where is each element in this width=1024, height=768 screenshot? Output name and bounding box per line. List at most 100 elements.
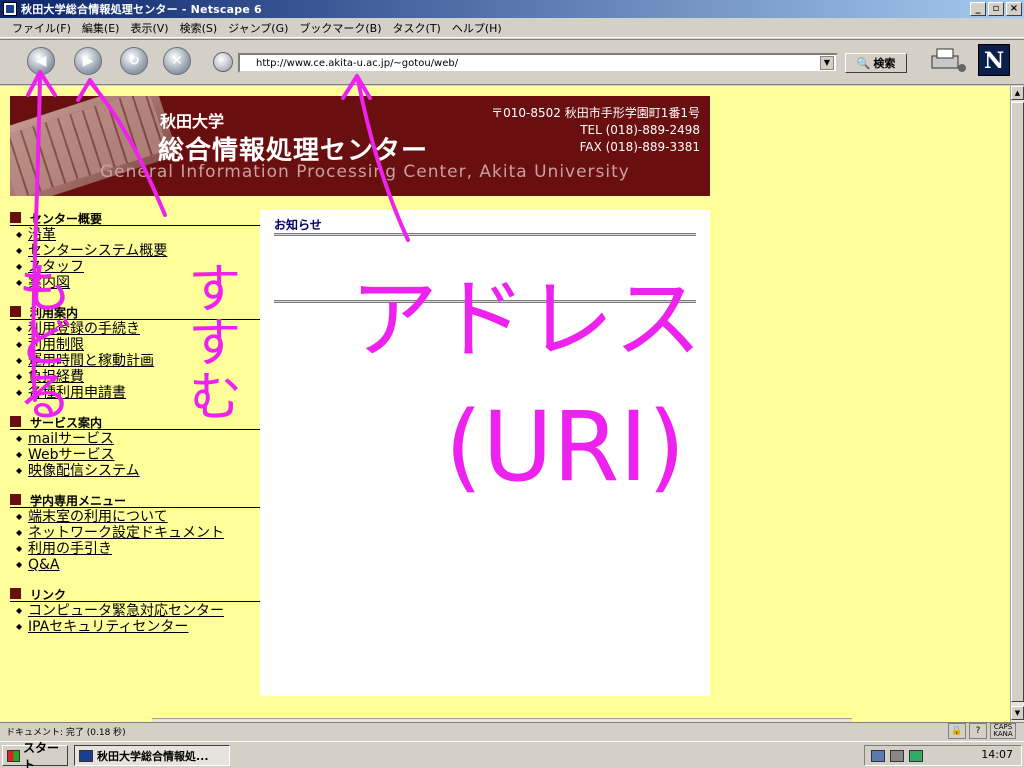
title-bar: 秋田大学総合情報処理センター - Netscape 6 _ ▫ × [0, 0, 1024, 18]
link-video-system[interactable]: 映像配信システム [28, 463, 140, 479]
section-usage: 利用案内 利用登録の手続き 利用制限 運用時間と稼動計画 負担経費 各種利用申請… [10, 304, 260, 401]
link-operating-hours[interactable]: 運用時間と稼動計画 [28, 353, 154, 369]
banner-university: 秋田大学 [160, 112, 225, 131]
stop-icon: ✕ [171, 53, 183, 69]
menu-bookmarks[interactable]: ブックマーク(B) [299, 20, 381, 36]
link-system-overview[interactable]: センターシステム概要 [28, 243, 167, 259]
status-text: ドキュメント: 完了 (0.18 秒) [6, 728, 126, 738]
divider [274, 300, 696, 303]
forward-button[interactable]: ▶ [74, 47, 102, 75]
section-heading: サービス案内 [10, 414, 260, 430]
menu-go[interactable]: ジャンプ(G) [228, 20, 288, 36]
forward-arrow-icon: ▶ [82, 53, 94, 69]
link-network-docs[interactable]: ネットワーク設定ドキュメント [28, 525, 224, 541]
scrollbar-thumb[interactable] [1011, 102, 1024, 702]
link-applications[interactable]: 各種利用申請書 [28, 385, 126, 401]
tray-app-icon[interactable] [909, 749, 923, 762]
site-banner: 秋田大学 総合情報処理センター General Information Proc… [10, 96, 710, 196]
search-button[interactable]: 🔍 検索 [845, 53, 907, 73]
url-dropdown-icon[interactable]: ▼ [820, 56, 834, 70]
menu-search[interactable]: 検索(S) [180, 20, 218, 36]
menu-help[interactable]: ヘルプ(H) [452, 20, 502, 36]
section-heading: センター概要 [10, 210, 260, 226]
search-button-label: 検索 [873, 57, 896, 70]
back-button[interactable]: ◀ [27, 47, 55, 75]
section-heading: 利用案内 [10, 304, 260, 320]
netscape-logo[interactable]: N [978, 44, 1010, 76]
reload-button[interactable]: ↻ [120, 47, 148, 75]
status-bar: ドキュメント: 完了 (0.18 秒) 🔒 ? CAPS KANA [0, 722, 1024, 740]
vertical-scrollbar[interactable]: ▲ ▼ [1010, 86, 1024, 722]
list-item: 負担経費 [16, 369, 260, 385]
print-icon[interactable] [928, 46, 968, 74]
list-item: スタッフ [16, 259, 260, 275]
taskbar-item-label: 秋田大学総合情報処... [97, 749, 209, 763]
menu-tasks[interactable]: タスク(T) [393, 20, 441, 36]
minimize-button[interactable]: _ [970, 2, 986, 16]
link-history[interactable]: 沿革 [28, 227, 56, 243]
link-staff[interactable]: スタッフ [28, 259, 84, 275]
list-item: Webサービス [16, 447, 260, 463]
link-guide[interactable]: 利用の手引き [28, 541, 112, 557]
scroll-down-icon[interactable]: ▼ [1011, 706, 1024, 720]
url-bar[interactable]: ▼ [238, 53, 838, 73]
link-restrictions[interactable]: 利用制限 [28, 337, 84, 353]
volume-icon[interactable] [890, 749, 904, 762]
stop-button[interactable]: ✕ [163, 47, 191, 75]
menu-view[interactable]: 表示(V) [130, 20, 168, 36]
taskbar: スタート 秋田大学総合情報処... 14:07 [0, 741, 1024, 768]
taskbar-item-browser[interactable]: 秋田大学総合情報処... [74, 745, 230, 766]
page-content: 秋田大学 総合情報処理センター General Information Proc… [0, 86, 1010, 722]
close-button[interactable]: × [1006, 2, 1022, 16]
list-item: 沿革 [16, 227, 260, 243]
banner-address: 〒010-8502 秋田市手形学園町1番1号 TEL (018)-889-249… [491, 106, 700, 154]
security-icon[interactable]: 🔒 [948, 723, 966, 739]
list-item: 映像配信システム [16, 463, 260, 479]
list-item: 各種利用申請書 [16, 385, 260, 401]
link-faq[interactable]: Q&A [28, 557, 60, 573]
link-registration[interactable]: 利用登録の手続き [28, 321, 140, 337]
list-item: 案内図 [16, 275, 260, 291]
list-item: 利用登録の手続き [16, 321, 260, 337]
section-about: センター概要 沿革 センターシステム概要 スタッフ 案内図 [10, 210, 260, 291]
link-web-service[interactable]: Webサービス [28, 447, 115, 463]
divider [274, 233, 696, 236]
section-services: サービス案内 mailサービス Webサービス 映像配信システム [10, 414, 260, 479]
network-icon[interactable] [871, 749, 885, 762]
sidebar-menu: センター概要 沿革 センターシステム概要 スタッフ 案内図 利用案内 利用登録の… [10, 210, 260, 648]
list-item: 利用制限 [16, 337, 260, 353]
maximize-button[interactable]: ▫ [988, 2, 1004, 16]
scroll-up-icon[interactable]: ▲ [1011, 86, 1024, 100]
menu-edit[interactable]: 編集(E) [82, 20, 120, 36]
back-arrow-icon: ◀ [35, 53, 47, 69]
notice-title: お知らせ [274, 218, 322, 232]
ime-indicator: CAPS KANA [990, 723, 1016, 739]
window-title: 秋田大学総合情報処理センター - Netscape 6 [21, 3, 262, 16]
windows-flag-icon [7, 749, 20, 762]
start-label: スタート [23, 740, 60, 768]
url-input[interactable] [256, 56, 806, 70]
menu-file[interactable]: ファイル(F) [12, 20, 71, 36]
list-item: ネットワーク設定ドキュメント [16, 525, 260, 541]
link-terminal-room[interactable]: 端末室の利用について [28, 509, 168, 525]
browser-task-icon [79, 749, 93, 762]
banner-english-name: General Information Processing Center, A… [100, 162, 630, 182]
netscape-app-icon [3, 2, 17, 16]
section-links: リンク コンピュータ緊急対応センター IPAセキュリティセンター [10, 586, 260, 635]
link-mail-service[interactable]: mailサービス [28, 431, 114, 447]
list-item: mailサービス [16, 431, 260, 447]
link-jpcert[interactable]: コンピュータ緊急対応センター [28, 603, 224, 619]
start-button[interactable]: スタート [2, 741, 68, 768]
list-item: IPAセキュリティセンター [16, 619, 260, 635]
section-internal: 学内専用メニュー 端末室の利用について ネットワーク設定ドキュメント 利用の手引… [10, 492, 260, 573]
menu-bar: ファイル(F) 編集(E) 表示(V) 検索(S) ジャンプ(G) ブックマーク… [0, 18, 1024, 38]
reload-icon: ↻ [128, 53, 140, 69]
link-fees[interactable]: 負担経費 [28, 369, 84, 385]
link-ipa-security[interactable]: IPAセキュリティセンター [28, 619, 188, 635]
help-icon[interactable]: ? [969, 723, 987, 739]
page-proxy-icon[interactable] [213, 52, 233, 72]
notice-panel: お知らせ [260, 210, 710, 696]
list-item: 利用の手引き [16, 541, 260, 557]
clock: 14:07 [981, 748, 1013, 761]
link-map[interactable]: 案内図 [28, 275, 70, 291]
